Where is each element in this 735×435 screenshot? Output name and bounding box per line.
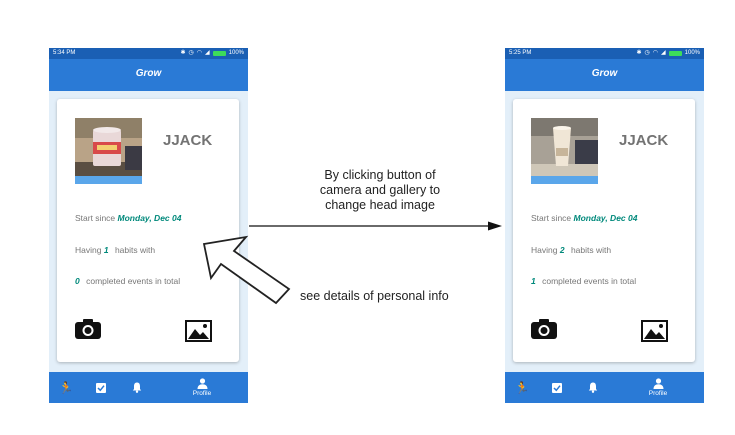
details-pointer-arrow xyxy=(202,235,291,305)
annotation-line: change head image xyxy=(325,198,435,212)
annotation-line: camera and gallery to xyxy=(319,183,441,197)
change-image-arrow xyxy=(249,221,502,231)
annotation-arrows xyxy=(202,221,502,305)
details-annotation: see details of personal info xyxy=(300,289,449,303)
change-image-annotation: By clicking button of camera and gallery… xyxy=(300,168,460,213)
annotation-line: By clicking button of xyxy=(324,168,436,182)
